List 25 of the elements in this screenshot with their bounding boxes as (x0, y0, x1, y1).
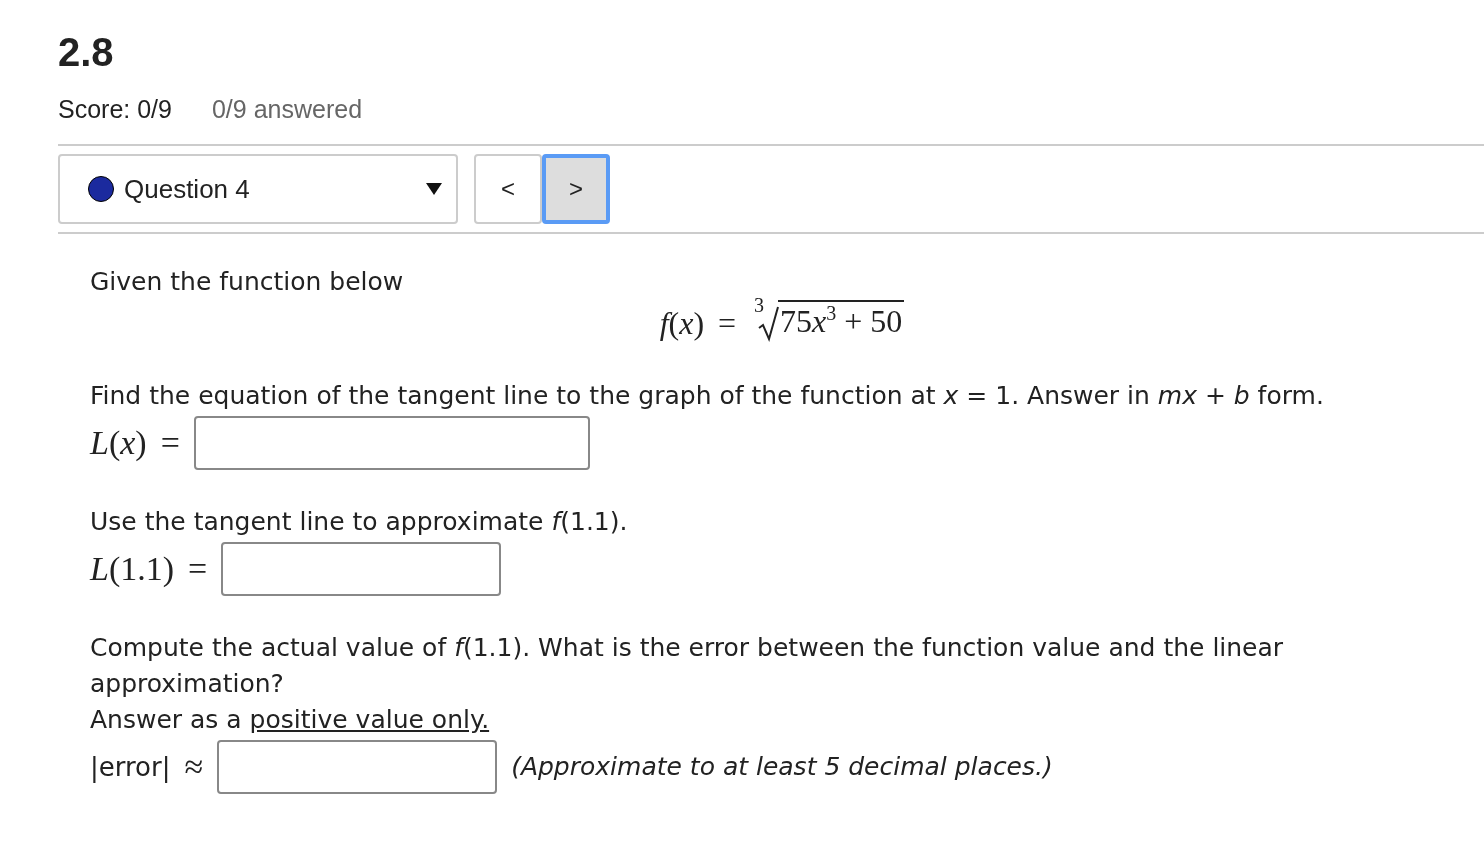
answered-count: 0/9 answered (211, 95, 363, 124)
question-text: Use the tangent line to approximate f(1.1). (90, 505, 629, 538)
function-formula: f(x) = 3 75x$^{3}$ + 50 (659, 300, 905, 342)
relation-symbol: = (188, 549, 208, 588)
instruction-link[interactable]: positive value only. (249, 704, 490, 734)
answer-field[interactable] (217, 739, 498, 794)
answer-label: L(x) (90, 423, 147, 462)
next-button[interactable]: > (542, 154, 610, 224)
answer-field[interactable] (221, 541, 502, 596)
previous-button[interactable]: < (474, 154, 542, 224)
caret-icon (426, 183, 442, 195)
question-text: Find the equation of the tangent line to the graph of the function at x = 1. Answer in mx + b form. (90, 379, 1325, 412)
hint-text: (Approximate to at least 5 decimal places.) (511, 752, 1053, 782)
answer-label: |error| (90, 751, 171, 782)
question-dropdown[interactable]: Question 4 (58, 154, 458, 224)
relation-symbol: ≈ (184, 747, 204, 786)
answer-label: L(1.1) (90, 549, 175, 588)
question-text: Compute the actual value of f(1.1). What is the error between the function value and the linear approximation? (90, 631, 1285, 700)
status-dot-icon (88, 176, 114, 202)
instruction-text: Answer as a positive value only. (90, 703, 491, 736)
score-text: Score: 0/9 (58, 95, 172, 124)
answer-field[interactable] (193, 415, 590, 470)
relation-symbol: = (160, 423, 180, 462)
prompt-text: Given the function below (90, 266, 405, 298)
assignment-title: 2.8 (58, 30, 115, 75)
